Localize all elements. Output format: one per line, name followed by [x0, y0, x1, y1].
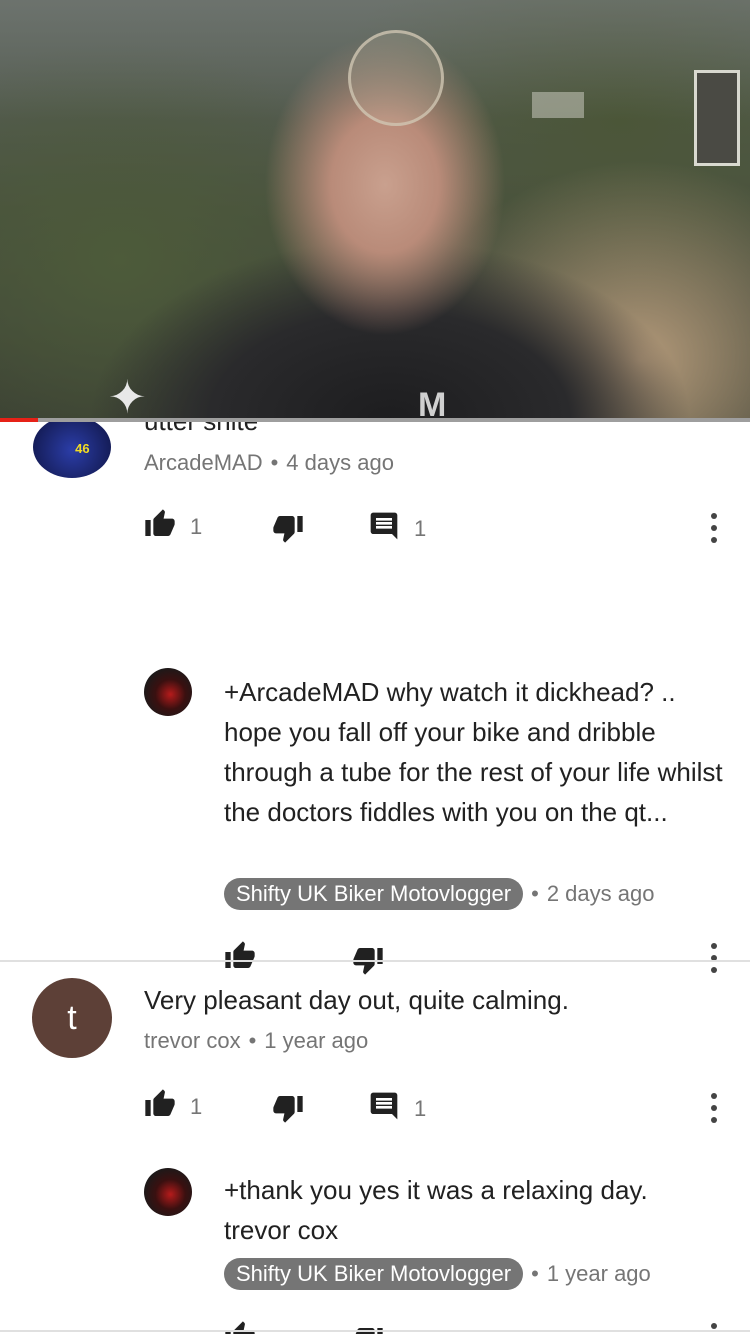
like-count: 1 [190, 1093, 203, 1119]
reply-count: 1 [414, 515, 427, 541]
reply-meta: Shifty UK Biker Motovlogger • 1 year ago [224, 1258, 651, 1290]
reply-button[interactable]: 1 [368, 510, 426, 547]
video-frame-sign-small [532, 92, 584, 118]
thumb-down-icon [272, 1092, 304, 1129]
more-options-button[interactable] [710, 1322, 718, 1334]
thumb-down-icon [272, 512, 304, 549]
meta-separator: • [531, 881, 539, 906]
comment-meta: trevor cox • 1 year ago [144, 1028, 368, 1054]
video-frame-window [694, 70, 740, 166]
meta-separator: • [531, 1261, 539, 1286]
comment-divider [0, 1330, 750, 1332]
avatar[interactable] [33, 422, 111, 478]
more-options-button[interactable] [710, 1092, 718, 1129]
meta-separator: • [248, 1028, 257, 1053]
comment-time: 4 days ago [286, 450, 394, 475]
comment-icon [368, 510, 400, 547]
dislike-button[interactable] [272, 512, 304, 549]
more-options-button[interactable] [710, 512, 718, 549]
thumb-up-icon [144, 508, 176, 545]
more-vert-icon [710, 512, 718, 549]
reply-count: 1 [414, 1095, 427, 1121]
thumb-up-icon [224, 940, 256, 977]
more-vert-icon [710, 1322, 718, 1334]
thumb-down-icon [352, 944, 384, 981]
comment-time: 1 year ago [264, 1028, 369, 1053]
video-frame-sign [348, 30, 444, 126]
thumb-down-icon [352, 1324, 384, 1334]
comment-meta: ArcadeMAD • 4 days ago [144, 450, 394, 476]
meta-separator: • [270, 450, 279, 475]
reply-meta: Shifty UK Biker Motovlogger • 2 days ago [224, 878, 654, 910]
like-button[interactable]: 1 [144, 1088, 202, 1125]
comments-list: utter shite ArcadeMAD • 4 days ago 1 1 +Ar… [0, 422, 750, 1334]
reply-button[interactable]: 1 [368, 1090, 426, 1127]
avatar[interactable] [144, 668, 192, 716]
comment-text: Very pleasant day out, quite calming. [144, 985, 569, 1015]
reply-text: +ArcadeMAD why watch it dickhead? .. hop… [224, 677, 723, 827]
comment-divider [0, 960, 750, 962]
more-vert-icon [710, 1092, 718, 1129]
comment-text: utter shite [144, 422, 258, 437]
like-button[interactable] [224, 940, 256, 977]
dislike-button[interactable] [272, 1092, 304, 1129]
comment-icon [368, 1090, 400, 1127]
avatar[interactable] [144, 1168, 192, 1216]
reply-text: +thank you yes it was a relaxing day. tr… [224, 1175, 648, 1245]
comment-author[interactable]: trevor cox [144, 1028, 241, 1053]
thumb-up-icon [144, 1088, 176, 1125]
reply-time: 1 year ago [546, 1261, 651, 1286]
like-button[interactable]: 1 [144, 508, 202, 545]
comment-author[interactable]: ArcadeMAD [144, 450, 263, 475]
jacket-logo-icon: ✦ [108, 371, 147, 420]
avatar[interactable]: t [32, 978, 112, 1058]
jacket-m-icon: M [418, 386, 447, 420]
avatar-letter: t [67, 998, 77, 1037]
author-chip[interactable]: Shifty UK Biker Motovlogger [224, 1258, 524, 1290]
reply-time: 2 days ago [546, 881, 655, 906]
like-count: 1 [190, 513, 203, 539]
author-chip[interactable]: Shifty UK Biker Motovlogger [224, 878, 524, 910]
dislike-button[interactable] [352, 944, 384, 981]
video-player[interactable]: ✦ M [0, 0, 750, 420]
dislike-button[interactable] [352, 1324, 384, 1334]
